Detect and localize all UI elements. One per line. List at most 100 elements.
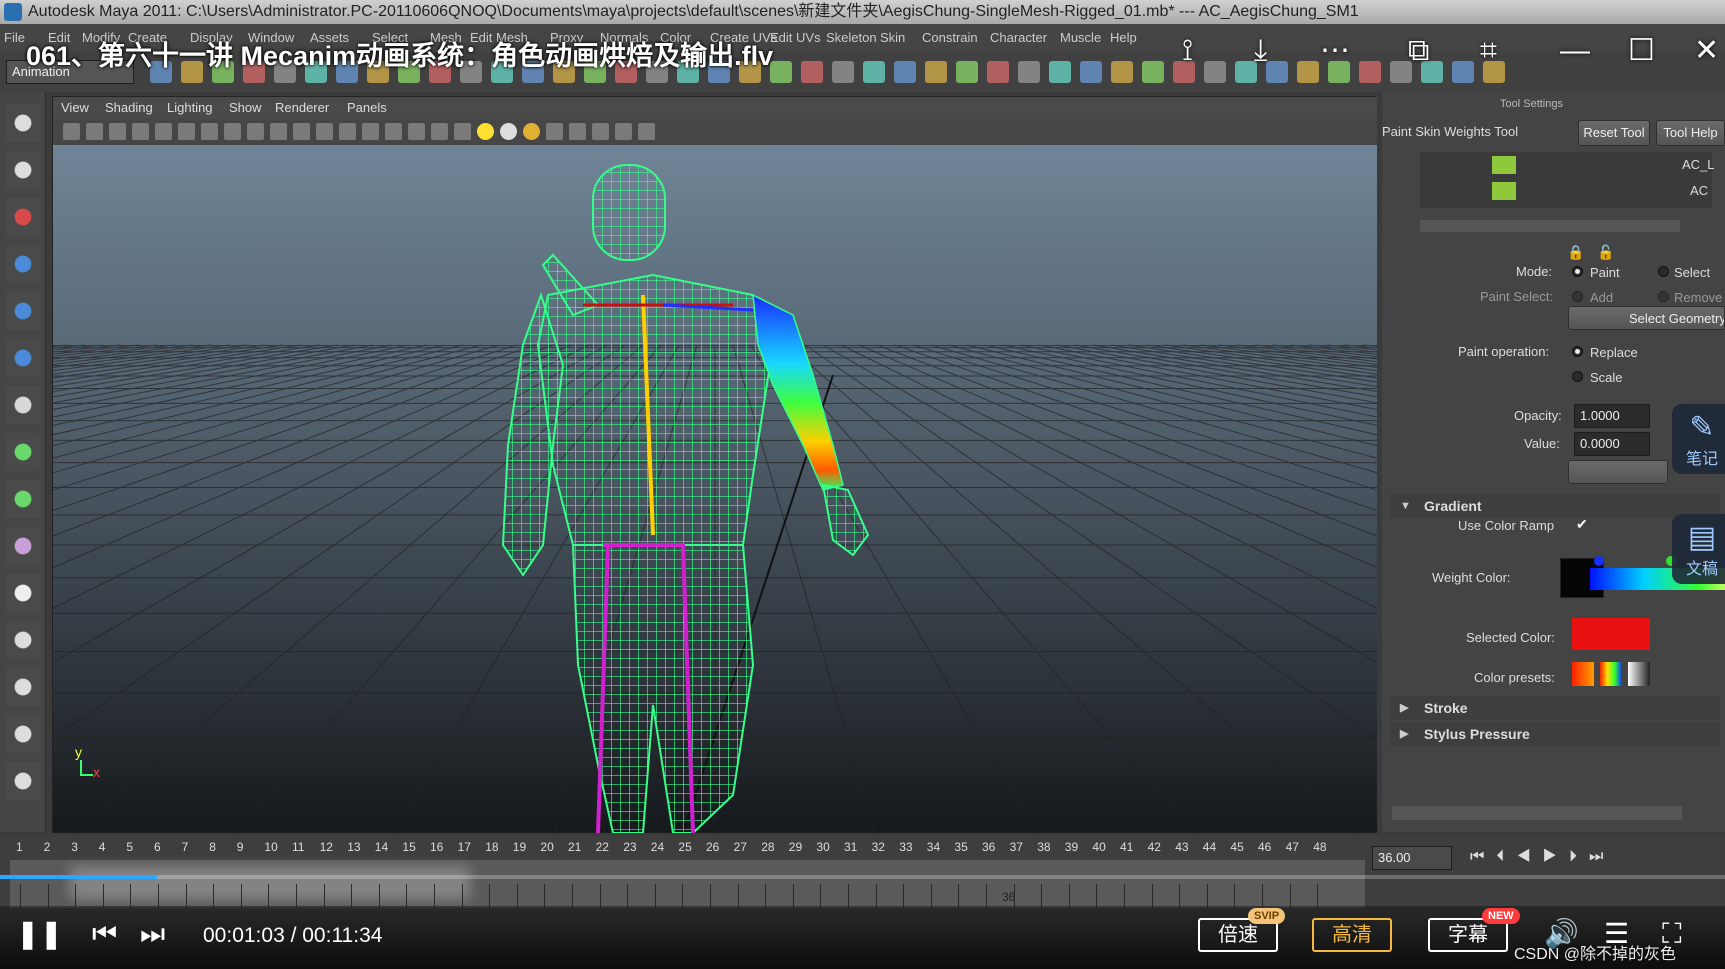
mode-select-radio[interactable] — [1658, 266, 1669, 277]
toolbox-tool-icon[interactable] — [5, 715, 41, 753]
viewport-tool-icon[interactable] — [201, 123, 218, 140]
selected-color-swatch[interactable] — [1572, 618, 1650, 650]
toolbox-tool-icon[interactable] — [5, 527, 41, 565]
viewport-tool-icon[interactable] — [431, 123, 448, 140]
viewport-menu-show[interactable]: Show — [229, 100, 262, 115]
viewport-menu-shading[interactable]: Shading — [105, 100, 153, 115]
shelf-tool-icon[interactable] — [894, 61, 916, 83]
shelf-tool-icon[interactable] — [1266, 61, 1288, 83]
viewport-tool-icon[interactable] — [270, 123, 287, 140]
viewport-tool-icon[interactable] — [132, 123, 149, 140]
toolbox-tool-icon[interactable] — [5, 104, 41, 142]
viewport-tool-icon[interactable] — [477, 123, 494, 140]
viewport-tool-icon[interactable] — [63, 123, 80, 140]
viewport-tool-icon[interactable] — [408, 123, 425, 140]
viewport-tool-icon[interactable] — [178, 123, 195, 140]
shelf-tool-icon[interactable] — [863, 61, 885, 83]
opacity-field[interactable]: 1.0000 — [1574, 404, 1650, 428]
toolbox-tool-icon[interactable] — [5, 151, 41, 189]
menu-item-edit-uvs[interactable]: Edit UVs — [770, 30, 821, 45]
shelf-tool-icon[interactable] — [925, 61, 947, 83]
toolbox-tool-icon[interactable] — [5, 245, 41, 283]
shelf-tool-icon[interactable] — [1297, 61, 1319, 83]
shelf-tool-icon[interactable] — [770, 61, 792, 83]
paint-select-add-radio[interactable] — [1572, 291, 1583, 302]
toolbox-tool-icon[interactable] — [5, 292, 41, 330]
previous-icon[interactable]: ⏮ — [92, 918, 117, 950]
share-icon[interactable]: ⟟ — [1182, 36, 1193, 66]
viewport-tool-icon[interactable] — [569, 123, 586, 140]
shelf-tool-icon[interactable] — [832, 61, 854, 83]
shelf-tool-icon[interactable] — [1142, 61, 1164, 83]
preset-grayscale[interactable] — [1628, 662, 1650, 686]
toolbox-tool-icon[interactable] — [5, 668, 41, 706]
viewport-tool-icon[interactable] — [638, 123, 655, 140]
viewport-tool-icon[interactable] — [224, 123, 241, 140]
gradient-section[interactable]: ▼ Gradient — [1390, 494, 1720, 518]
lock-icon[interactable]: 🔒 — [1567, 244, 1584, 261]
preset-rainbow[interactable] — [1600, 662, 1622, 686]
crop-icon[interactable]: ⌗ — [1480, 36, 1497, 66]
toolbox-tool-icon[interactable] — [5, 480, 41, 518]
shelf-tool-icon[interactable] — [987, 61, 1009, 83]
reset-tool-button[interactable]: Reset Tool — [1578, 120, 1650, 146]
menu-item-file[interactable]: File — [4, 30, 25, 45]
paint-select-remove-radio[interactable] — [1658, 291, 1669, 302]
time-slider[interactable]: 36 — [10, 860, 1365, 908]
viewport-menu-view[interactable]: View — [61, 100, 89, 115]
viewport-tool-icon[interactable] — [293, 123, 310, 140]
timeline-ticks[interactable]: 1 2 3 4 5 6 7 8 9 10 11 12 13 14 15 16 17 18 19 20 21 22 23 24 2… — [10, 838, 1365, 858]
notes-float-button[interactable]: ✎ 笔记 — [1672, 404, 1725, 474]
viewport-tool-icon[interactable] — [109, 123, 126, 140]
menu-item-help[interactable]: Help — [1110, 30, 1137, 45]
influence-scrollbar[interactable] — [1420, 220, 1680, 232]
influence-item[interactable]: AC — [1690, 183, 1708, 198]
menu-item-skeleton[interactable]: Skeleton — [826, 30, 877, 45]
tool-help-button[interactable]: Tool Help — [1656, 120, 1725, 146]
viewport-tool-icon[interactable] — [247, 123, 264, 140]
menu-item-muscle[interactable]: Muscle — [1060, 30, 1101, 45]
toolbox-tool-icon[interactable] — [5, 386, 41, 424]
viewport-tool-icon[interactable] — [592, 123, 609, 140]
pip-icon[interactable]: ⧉ — [1408, 36, 1429, 66]
value-field[interactable]: 0.0000 — [1574, 432, 1650, 456]
menu-item-character[interactable]: Character — [990, 30, 1047, 45]
select-geometry-button[interactable]: Select Geometry — [1568, 306, 1725, 330]
use-color-ramp-checkbox[interactable]: ✔ — [1576, 517, 1590, 531]
viewport-menu-panels[interactable]: Panels — [347, 100, 387, 115]
toolbox-tool-icon[interactable] — [5, 574, 41, 612]
shelf-tool-icon[interactable] — [1359, 61, 1381, 83]
shelf-tool-icon[interactable] — [956, 61, 978, 83]
viewport-tool-icon[interactable] — [454, 123, 471, 140]
mode-paint-radio[interactable] — [1572, 266, 1583, 277]
next-icon[interactable]: ⏭ — [140, 918, 165, 950]
toolbox-tool-icon[interactable] — [5, 762, 41, 800]
flood-button[interactable] — [1568, 460, 1668, 484]
viewport-tool-icon[interactable] — [316, 123, 333, 140]
menu-item-skin[interactable]: Skin — [880, 30, 905, 45]
pause-icon[interactable]: ❚❚ — [16, 918, 63, 950]
perspective-viewport[interactable]: View Shading Lighting Show Renderer Panels — [52, 96, 1377, 833]
more-icon[interactable]: ⋯ — [1320, 36, 1350, 66]
shelf-tool-icon[interactable] — [1049, 61, 1071, 83]
download-icon[interactable]: ⤓ — [1254, 36, 1267, 66]
video-progress-track[interactable] — [0, 875, 1725, 879]
influence-list[interactable]: AC_L AC — [1420, 152, 1715, 208]
shelf-tool-icon[interactable] — [1452, 61, 1474, 83]
shelf-tool-icon[interactable] — [1018, 61, 1040, 83]
menu-item-constrain[interactable]: Constrain — [922, 30, 978, 45]
viewport-tool-icon[interactable] — [86, 123, 103, 140]
quality-button[interactable]: 高清 — [1312, 918, 1392, 952]
viewport-tool-icon[interactable] — [362, 123, 379, 140]
toolbox-tool-icon[interactable] — [5, 198, 41, 236]
viewport-tool-icon[interactable] — [500, 123, 517, 140]
toolbox-tool-icon[interactable] — [5, 339, 41, 377]
toolbox-tool-icon[interactable] — [5, 433, 41, 471]
viewport-tool-icon[interactable] — [385, 123, 402, 140]
viewport-tool-icon[interactable] — [155, 123, 172, 140]
viewport-menu-renderer[interactable]: Renderer — [275, 100, 329, 115]
viewport-tool-icon[interactable] — [523, 123, 540, 140]
shelf-tool-icon[interactable] — [1111, 61, 1133, 83]
toolbox-tool-icon[interactable] — [5, 621, 41, 659]
viewport-tool-icon[interactable] — [546, 123, 563, 140]
